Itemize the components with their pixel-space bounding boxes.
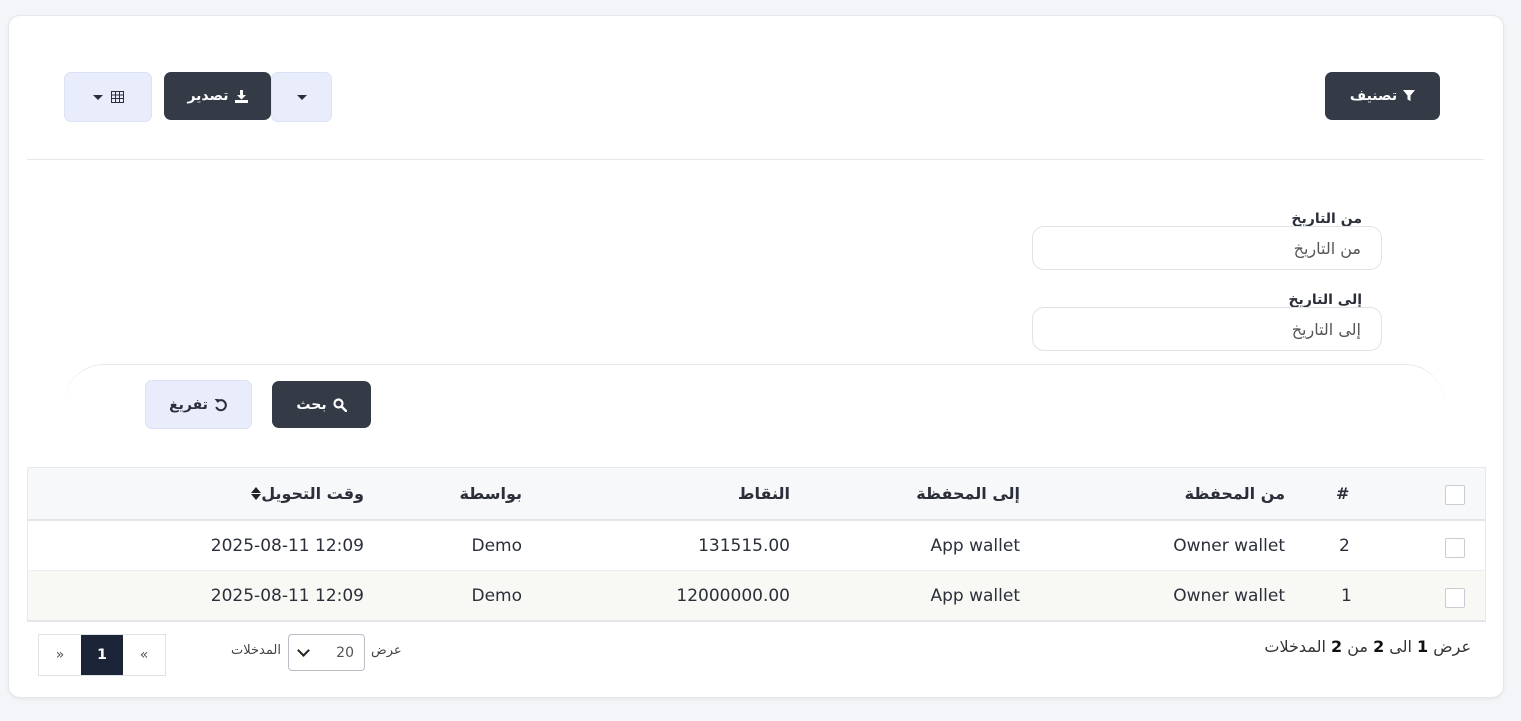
cell-from-wallet: Owner wallet [1173, 535, 1285, 556]
from-date-input[interactable] [1032, 226, 1382, 270]
search-button[interactable]: بحث [272, 381, 371, 428]
info-start: 1 [1417, 637, 1429, 656]
cell-to-wallet: App wallet [930, 585, 1020, 606]
transfers-table: # من المحفظة إلى المحفظة النقاط بواسطة و… [27, 467, 1486, 622]
cell-by: Demo [471, 585, 522, 606]
column-index[interactable]: # [1336, 468, 1349, 519]
to-date-input[interactable] [1032, 307, 1382, 351]
chevron-down-icon [297, 644, 310, 657]
column-from-wallet[interactable]: من المحفظة [1185, 468, 1285, 519]
toolbar-divider [27, 159, 1484, 160]
table-icon [110, 91, 124, 103]
cell-transfer-time: 2025-08-11 12:09 [210, 585, 364, 606]
info-entries: المدخلات [1264, 637, 1326, 656]
cell-by: Demo [471, 535, 522, 556]
column-transfer-time-label: وقت التحويل [261, 484, 364, 503]
info-show: عرض [1433, 637, 1471, 656]
column-points[interactable]: النقاط [738, 468, 790, 519]
column-to-wallet[interactable]: إلى المحفظة [916, 468, 1020, 519]
filter-icon [1403, 90, 1416, 102]
column-visibility-button[interactable] [64, 72, 152, 122]
page-length-select[interactable]: 20 [288, 634, 365, 671]
from-date-label: من التاريخ [1291, 211, 1362, 227]
export-dropdown-toggle[interactable] [271, 72, 332, 122]
download-icon [234, 89, 248, 103]
pagination: » 1 « [38, 634, 166, 676]
to-date-label: إلى التاريخ [1288, 292, 1362, 308]
info-total: 2 [1330, 637, 1343, 656]
search-icon [332, 397, 347, 412]
caret-down-icon [296, 94, 307, 100]
table-row: 2 Owner wallet App wallet 131515.00 Demo… [28, 521, 1485, 571]
column-by[interactable]: بواسطة [459, 468, 522, 519]
search-label: بحث [296, 396, 327, 413]
reset-button[interactable]: تفريغ [145, 380, 252, 429]
filter-label: تصنيف [1349, 88, 1398, 104]
row-checkbox[interactable] [1445, 588, 1465, 608]
row-checkbox[interactable] [1445, 538, 1465, 558]
reset-label: تفريغ [169, 396, 208, 413]
cell-index: 1 [1341, 585, 1352, 606]
caret-down-icon [92, 94, 103, 100]
sort-icon [251, 487, 262, 500]
pagination-prev[interactable]: « [123, 635, 165, 675]
info-of: من [1347, 637, 1368, 656]
cell-transfer-time: 2025-08-11 12:09 [210, 535, 364, 556]
cell-to-wallet: App wallet [930, 535, 1020, 556]
cell-points: 12000000.00 [676, 585, 790, 606]
column-transfer-time[interactable]: وقت التحويل [245, 468, 364, 519]
export-label: تصدير [187, 88, 229, 104]
cell-from-wallet: Owner wallet [1173, 585, 1285, 606]
pagination-next[interactable]: » [39, 635, 81, 675]
table-row: 1 Owner wallet App wallet 12000000.00 De… [28, 571, 1485, 620]
cell-index: 2 [1339, 535, 1350, 556]
info-to: الى [1389, 637, 1412, 656]
page-length-value: 20 [336, 644, 354, 661]
select-all-checkbox[interactable] [1445, 485, 1465, 505]
info-end: 2 [1373, 637, 1385, 656]
length-show-label: عرض [371, 643, 402, 658]
table-info: عرض 1 الى 2 من 2 المدخلات [1264, 637, 1471, 656]
table-header: # من المحفظة إلى المحفظة النقاط بواسطة و… [28, 468, 1485, 521]
export-button[interactable]: تصدير [164, 72, 271, 120]
cell-points: 131515.00 [698, 535, 790, 556]
pagination-page-1[interactable]: 1 [81, 635, 123, 675]
undo-icon [214, 398, 228, 412]
length-entries-label: المدخلات [231, 643, 281, 658]
filter-button[interactable]: تصنيف [1325, 72, 1440, 120]
